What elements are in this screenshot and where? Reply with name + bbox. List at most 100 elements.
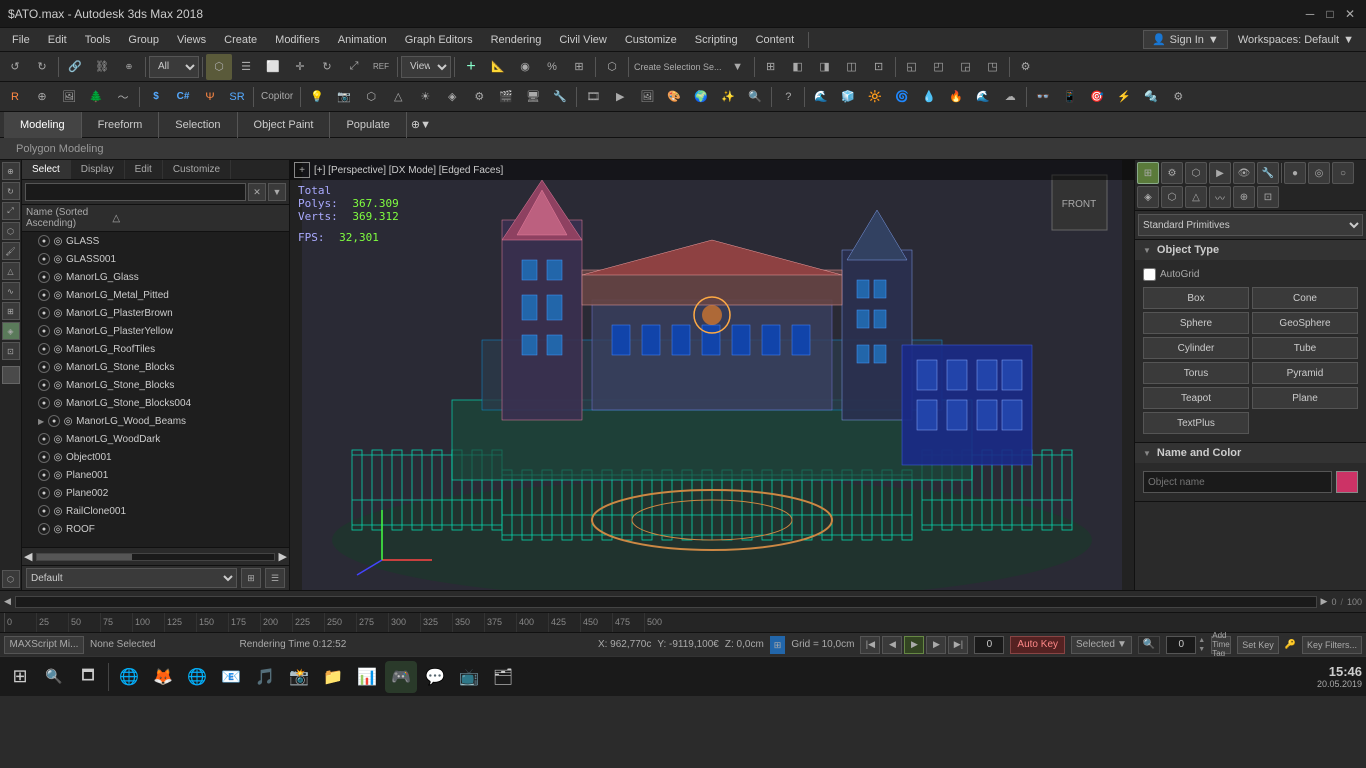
edge-icon[interactable]: 🌐 bbox=[181, 661, 213, 693]
effects-btn[interactable]: ✨ bbox=[715, 84, 741, 110]
tb-btn-5[interactable]: ⊡ bbox=[866, 54, 892, 80]
sub-tab-polygon-modeling[interactable]: Polygon Modeling bbox=[8, 141, 111, 157]
rp-category-dropdown[interactable]: Standard Primitives bbox=[1138, 214, 1363, 236]
tab-modeling[interactable]: Modeling bbox=[4, 112, 82, 138]
color-swatch[interactable] bbox=[1336, 471, 1358, 493]
scene-item-manorlg-stone1[interactable]: ● ◎ ManorLG_Stone_Blocks bbox=[22, 358, 289, 376]
minimize-button[interactable]: ─ bbox=[1302, 6, 1318, 22]
viewport-corner-button[interactable]: + bbox=[294, 162, 310, 178]
render-icon-glass001[interactable]: ◎ bbox=[52, 253, 64, 265]
extra-btn11[interactable]: 🔩 bbox=[1138, 84, 1164, 110]
video-icon[interactable]: 📺 bbox=[453, 661, 485, 693]
rp-select-mode9[interactable]: ⊡ bbox=[1257, 186, 1279, 208]
menu-tools[interactable]: Tools bbox=[77, 28, 119, 52]
firefox-icon[interactable]: 🦊 bbox=[147, 661, 179, 693]
tb-btn-3[interactable]: ◨ bbox=[812, 54, 838, 80]
li-paint[interactable]: 🖌 bbox=[2, 242, 20, 260]
scroll-right-btn[interactable]: ▶ bbox=[279, 550, 287, 563]
scene-item-manorlg-plaster-yellow[interactable]: ● ◎ ManorLG_PlasterYellow bbox=[22, 322, 289, 340]
rp-utilities-btn[interactable]: 🔧 bbox=[1257, 162, 1279, 184]
select-by-name-button[interactable]: ☰ bbox=[233, 54, 259, 80]
autogrid-checkbox[interactable] bbox=[1143, 268, 1156, 281]
hair-btn[interactable]: 〜 bbox=[110, 84, 136, 110]
cam-btn[interactable]: 📷 bbox=[331, 84, 357, 110]
obj-type-cylinder[interactable]: Cylinder bbox=[1143, 337, 1249, 359]
render-icon-manorlg-wood-beams[interactable]: ◎ bbox=[62, 415, 74, 427]
scene-item-manorlg-glass[interactable]: ● ◎ ManorLG_Glass bbox=[22, 268, 289, 286]
render-icon-manorlg-wood-dark[interactable]: ◎ bbox=[52, 433, 64, 445]
current-frame-input[interactable] bbox=[974, 636, 1004, 654]
ar-btn[interactable]: 📱 bbox=[1057, 84, 1083, 110]
menu-group[interactable]: Group bbox=[120, 28, 167, 52]
vis-icon-manorlg-stone2[interactable]: ● bbox=[38, 379, 50, 391]
render-icon-roof[interactable]: ◎ bbox=[52, 523, 64, 535]
workspaces-selector[interactable]: Workspaces: Default ▼ bbox=[1230, 32, 1362, 48]
group-expand-icon[interactable]: ▶ bbox=[38, 417, 44, 426]
menu-views[interactable]: Views bbox=[169, 28, 214, 52]
obj-type-torus[interactable]: Torus bbox=[1143, 362, 1249, 384]
obj-type-pyramid[interactable]: Pyramid bbox=[1252, 362, 1358, 384]
rp-motion-btn[interactable]: ▶ bbox=[1209, 162, 1231, 184]
li-rotate[interactable]: ↻ bbox=[2, 182, 20, 200]
go-start-btn[interactable]: |◀ bbox=[860, 636, 880, 654]
selected-dropdown-icon[interactable]: ▼ bbox=[1117, 639, 1127, 650]
scene-item-glass001[interactable]: ● ◎ GLASS001 bbox=[22, 250, 289, 268]
extra-btn5[interactable]: 💧 bbox=[916, 84, 942, 110]
folder-icon[interactable]: 📁 bbox=[317, 661, 349, 693]
max-script-btn[interactable]: $ bbox=[143, 84, 169, 110]
menu-edit[interactable]: Edit bbox=[40, 28, 75, 52]
slate-btn[interactable]: 🖼 bbox=[56, 84, 82, 110]
scene-item-manorlg-stone2[interactable]: ● ◎ ManorLG_Stone_Blocks bbox=[22, 376, 289, 394]
li-shape[interactable]: △ bbox=[2, 262, 20, 280]
vis-icon-manorlg-glass[interactable]: ● bbox=[38, 271, 50, 283]
li-move[interactable]: ⊕ bbox=[2, 162, 20, 180]
rect-select-button[interactable]: ⬜ bbox=[260, 54, 286, 80]
extra-btn8[interactable]: ☁ bbox=[997, 84, 1023, 110]
auto-key-button[interactable]: Auto Key bbox=[1010, 636, 1065, 654]
vis-icon-railclone001[interactable]: ● bbox=[38, 505, 50, 517]
menu-content[interactable]: Content bbox=[748, 28, 803, 52]
rp-select-mode5[interactable]: ⬡ bbox=[1161, 186, 1183, 208]
frame-next-btn[interactable]: ▶ bbox=[1321, 596, 1328, 607]
obj-type-sphere[interactable]: Sphere bbox=[1143, 312, 1249, 334]
layer-dropdown[interactable]: Default bbox=[26, 568, 237, 588]
add-time-tag-button[interactable]: Add Time Tag bbox=[1211, 636, 1231, 654]
rp-select-mode1[interactable]: ● bbox=[1284, 162, 1306, 184]
extra-btn2[interactable]: 🧊 bbox=[835, 84, 861, 110]
li-bottom[interactable]: ⬡ bbox=[2, 570, 20, 588]
panel-tab-display[interactable]: Display bbox=[71, 160, 125, 179]
render-debug-btn[interactable]: 🔍 bbox=[742, 84, 768, 110]
render-icon-plane001[interactable]: ◎ bbox=[52, 469, 64, 481]
play-btn[interactable]: ▶ bbox=[904, 636, 924, 654]
vis-icon-manorlg-metal[interactable]: ● bbox=[38, 289, 50, 301]
scene-search-input[interactable] bbox=[25, 183, 246, 201]
tab-selection[interactable]: Selection bbox=[159, 112, 237, 138]
maxscript-mini[interactable]: MAXScript Mi... bbox=[4, 636, 84, 654]
tab-object-paint[interactable]: Object Paint bbox=[238, 112, 331, 138]
max-icon[interactable]: 🎮 bbox=[385, 661, 417, 693]
scene-item-manorlg-rooftiles[interactable]: ● ◎ ManorLG_RoofTiles bbox=[22, 340, 289, 358]
close-button[interactable]: ✕ bbox=[1342, 6, 1358, 22]
scene-item-manorlg-wood-beams[interactable]: ▶ ● ◎ ManorLG_Wood_Beams bbox=[22, 412, 289, 430]
sort-icon[interactable]: △ bbox=[112, 213, 198, 224]
extra-btn3[interactable]: 🔆 bbox=[862, 84, 888, 110]
tb-btn-6[interactable]: ◱ bbox=[899, 54, 925, 80]
obj-type-box[interactable]: Box bbox=[1143, 287, 1249, 309]
vis-icon-manorlg-wood-beams[interactable]: ● bbox=[48, 415, 60, 427]
rp-select-mode8[interactable]: ⊕ bbox=[1233, 186, 1255, 208]
menu-create[interactable]: Create bbox=[216, 28, 265, 52]
rp-create-btn[interactable]: ⊞ bbox=[1137, 162, 1159, 184]
layer-icon1[interactable]: ⊞ bbox=[241, 568, 261, 588]
extra-btn9[interactable]: 🎯 bbox=[1084, 84, 1110, 110]
tb-btn-10[interactable]: ⚙ bbox=[1013, 54, 1039, 80]
scene-filter-icon[interactable]: ▼ bbox=[268, 183, 286, 201]
vis-icon-plane002[interactable]: ● bbox=[38, 487, 50, 499]
render-icon-manorlg-glass[interactable]: ◎ bbox=[52, 271, 64, 283]
render-icon-railclone001[interactable]: ◎ bbox=[52, 505, 64, 517]
scene-item-manorlg-metal[interactable]: ● ◎ ManorLG_Metal_Pitted bbox=[22, 286, 289, 304]
reference-coord-button[interactable]: REF bbox=[368, 54, 394, 80]
rp-select-mode6[interactable]: △ bbox=[1185, 186, 1207, 208]
anim-btn[interactable]: 🎬 bbox=[493, 84, 519, 110]
vis-icon-manorlg-rooftiles[interactable]: ● bbox=[38, 343, 50, 355]
horizontal-scrollbar[interactable] bbox=[36, 553, 274, 561]
